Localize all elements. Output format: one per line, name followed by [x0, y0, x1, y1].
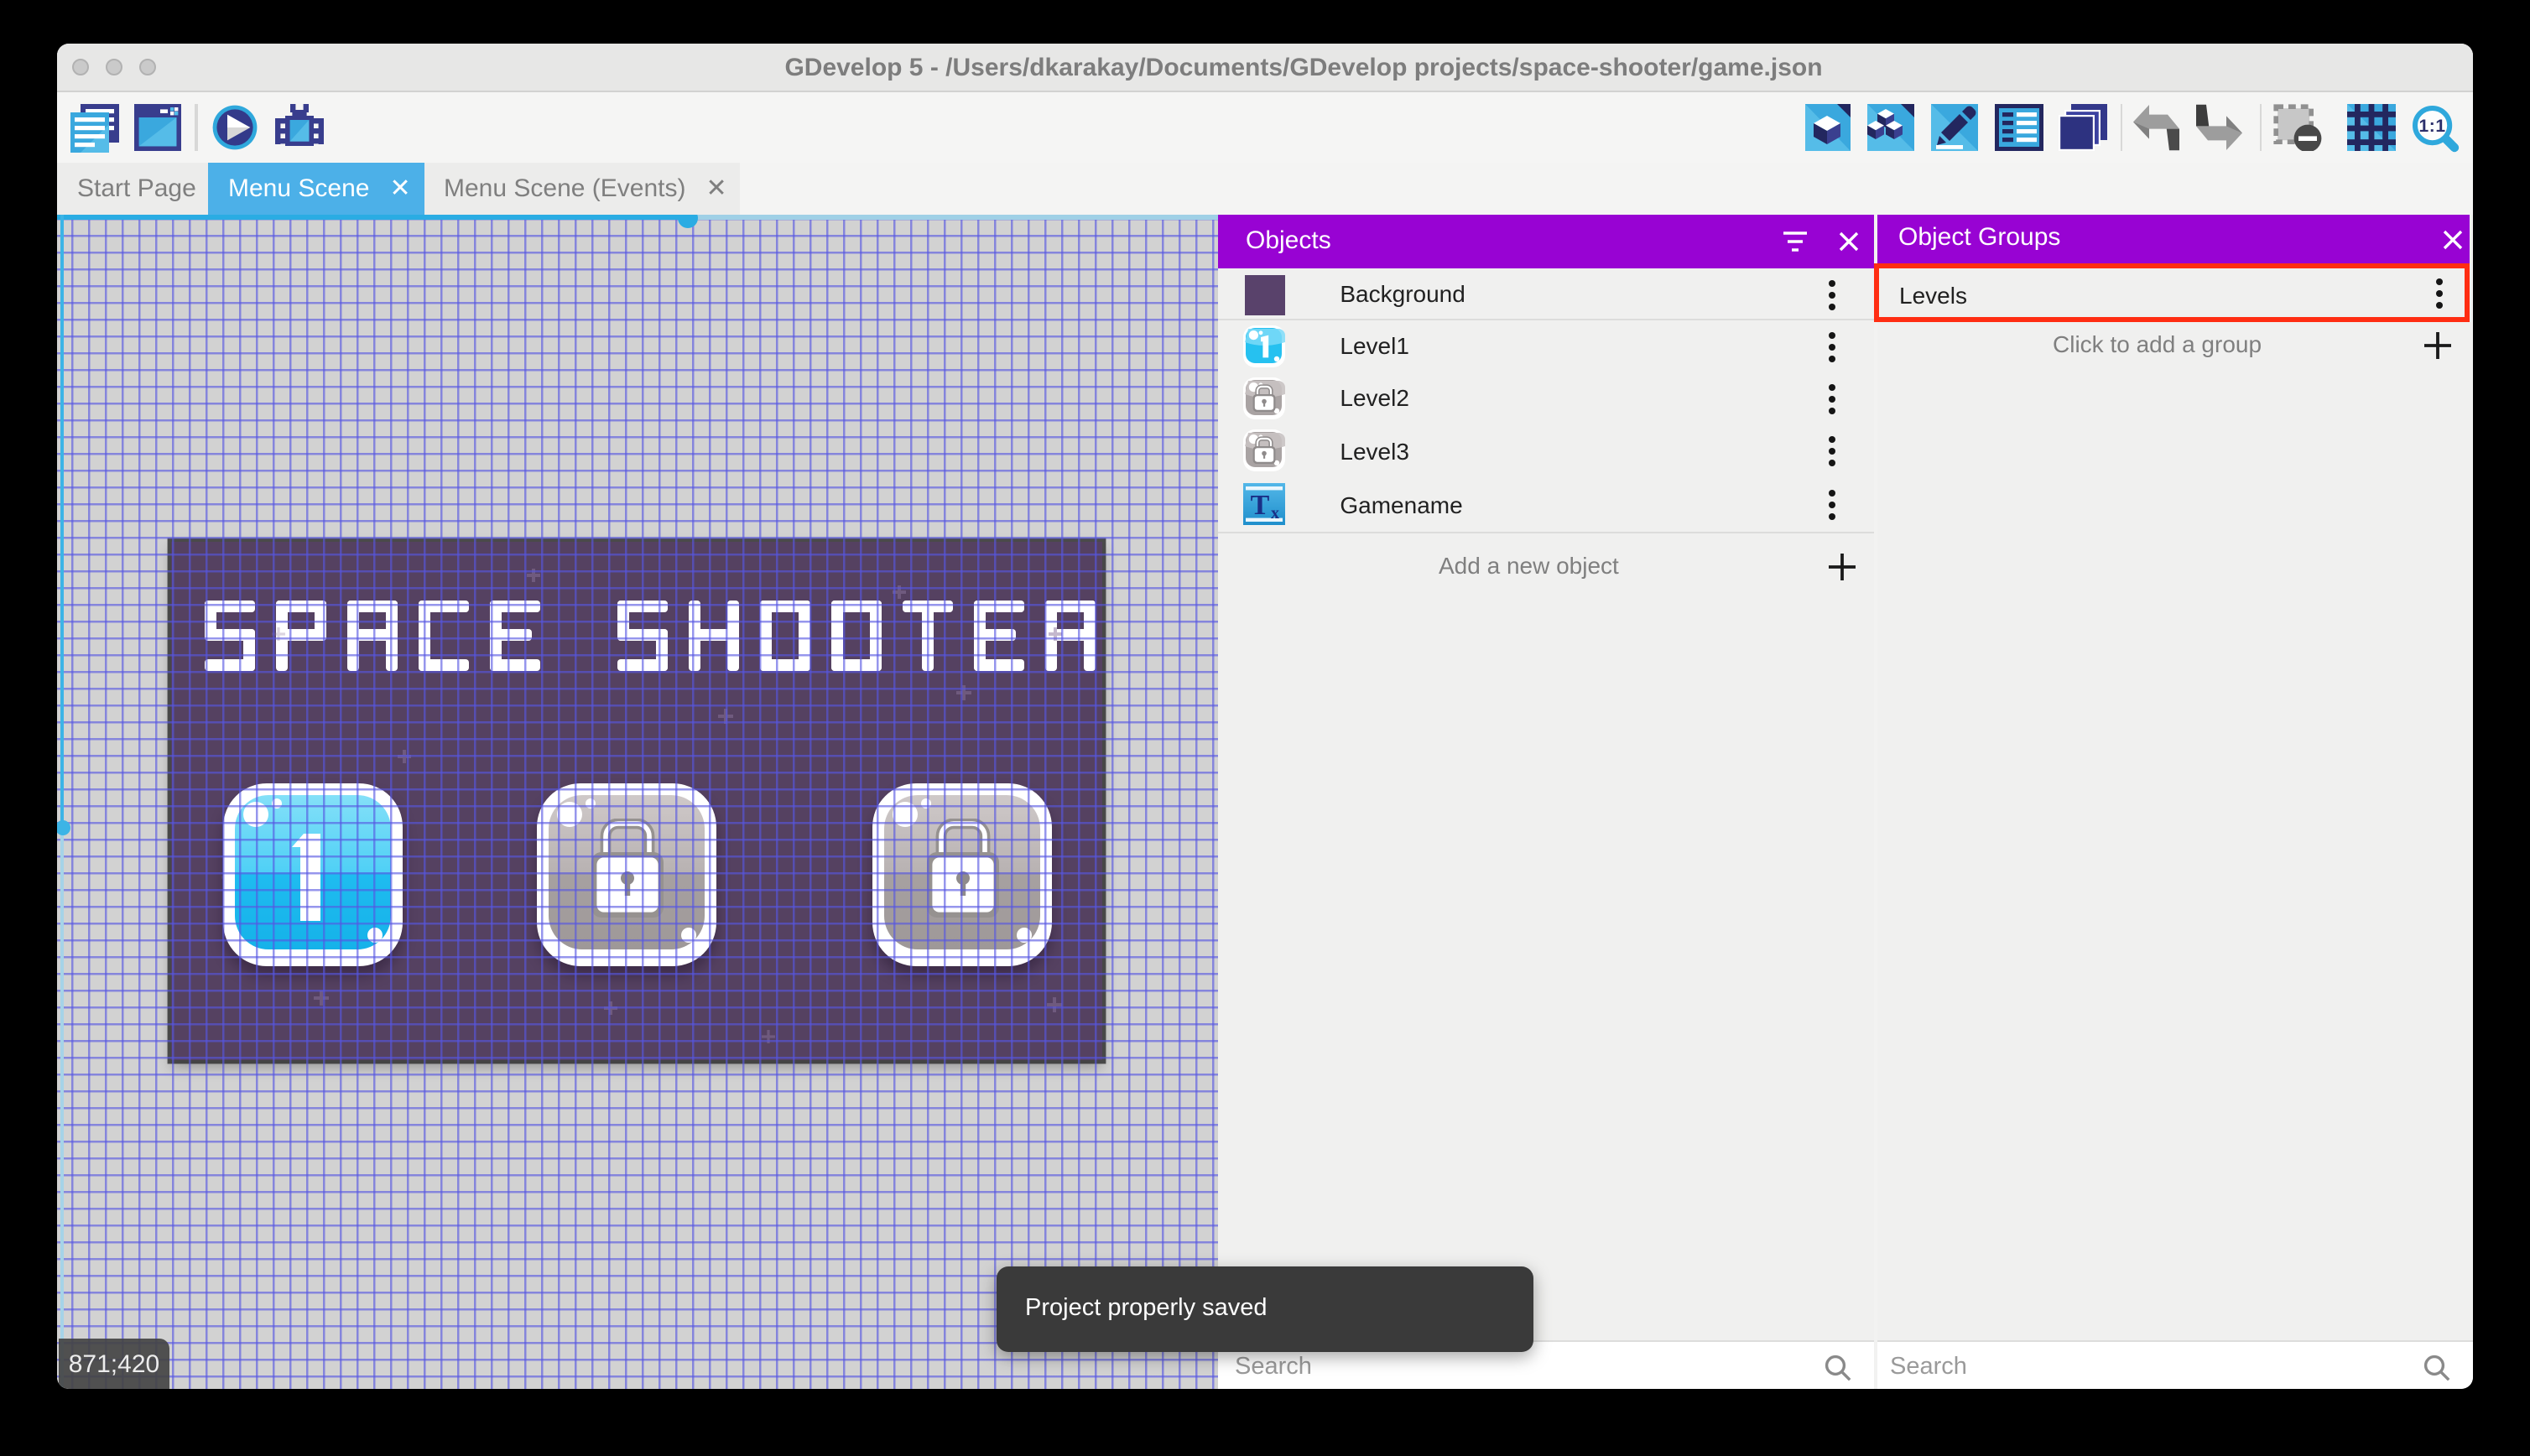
svg-text:T: T — [1251, 489, 1270, 520]
svg-text:x: x — [1271, 503, 1279, 522]
svg-text:1:1: 1:1 — [2419, 117, 2446, 136]
